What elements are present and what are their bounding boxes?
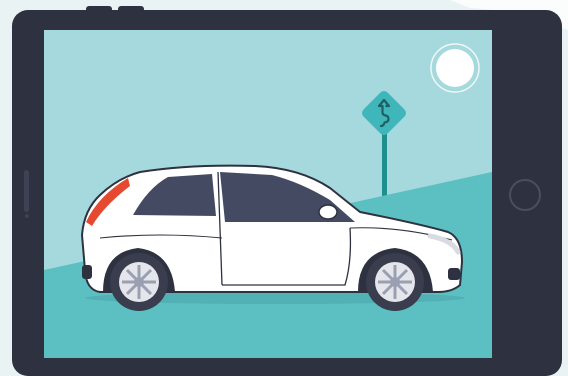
illustration [0, 0, 568, 376]
tablet-car-illustration [12, 0, 568, 376]
side-mirror [318, 204, 338, 220]
tablet-speaker-slot [24, 170, 29, 212]
rear-bumper-detail [82, 265, 92, 279]
sun [436, 49, 474, 87]
tablet-camera-dot [25, 214, 29, 218]
tablet-screen [44, 30, 492, 358]
front-bumper-detail [448, 268, 460, 280]
sign-post [382, 132, 387, 206]
front-wheel [366, 253, 424, 311]
rear-wheel [110, 253, 168, 311]
